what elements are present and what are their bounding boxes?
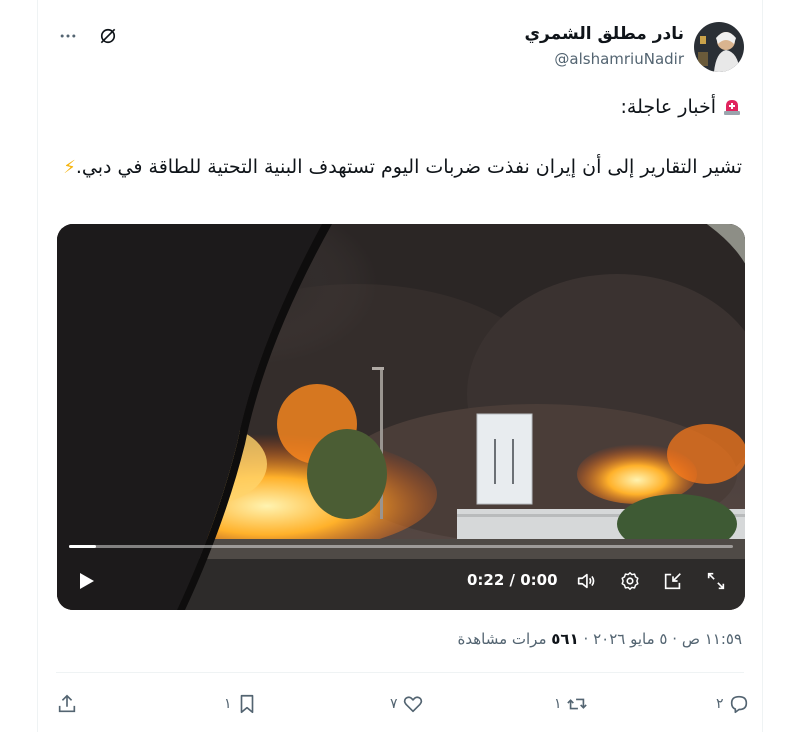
- share-button[interactable]: [56, 688, 78, 720]
- tweet-date[interactable]: ٥ مايو ٢٠٢٦: [593, 630, 667, 648]
- grok-icon[interactable]: [96, 24, 120, 48]
- retweet-button[interactable]: ١: [554, 688, 588, 720]
- like-count: ٧: [390, 696, 398, 712]
- reply-button[interactable]: ٢: [716, 688, 750, 720]
- retweet-icon: [566, 698, 587, 710]
- bookmark-icon: [240, 694, 253, 714]
- video-progress-bar[interactable]: [69, 545, 733, 548]
- tweet-actions: ١ ٧ ١ ٢: [56, 688, 747, 720]
- tweet-meta: ١١:٥٩ ص · ٥ مايو ٢٠٢٦ · ٥٦١ مرات مشاهدة: [457, 630, 743, 648]
- video-player[interactable]: 0:22 / 0:00: [57, 224, 745, 610]
- views-label: مرات مشاهدة: [457, 630, 547, 648]
- author-name[interactable]: نادر مطلق الشمري: [524, 24, 684, 44]
- retweet-count: ١: [554, 696, 562, 712]
- header-actions: [56, 24, 120, 48]
- tweet-body: تشير التقارير إلى أن إيران نفذت ضربات ال…: [62, 152, 742, 183]
- siren-emoji-icon: [724, 100, 740, 115]
- volume-icon[interactable]: [575, 570, 599, 594]
- reply-icon: [730, 695, 747, 714]
- video-frame: [57, 224, 745, 610]
- like-button[interactable]: ٧: [390, 688, 424, 720]
- video-progress-fill: [69, 545, 96, 548]
- more-icon[interactable]: [56, 24, 80, 48]
- bookmark-button[interactable]: ١: [224, 688, 258, 720]
- avatar[interactable]: [694, 22, 744, 72]
- tweet-headline: أخبار عاجلة:: [62, 92, 742, 122]
- views-count: ٥٦١: [551, 630, 579, 648]
- lightning-emoji-icon: ⚡: [63, 157, 76, 178]
- tweet-time[interactable]: ١١:٥٩ ص: [682, 630, 742, 648]
- settings-icon[interactable]: [619, 570, 643, 594]
- video-time: 0:22 / 0:00: [467, 571, 558, 589]
- fullscreen-icon[interactable]: [705, 570, 729, 594]
- divider: [56, 672, 744, 673]
- tweet-card: نادر مطلق الشمري @alshamriuNadir أخبار ع…: [37, 0, 763, 732]
- headline-text: أخبار عاجلة:: [620, 96, 716, 118]
- tweet-text: أخبار عاجلة: تشير التقارير إلى أن إيران …: [62, 92, 742, 183]
- share-icon: [58, 694, 76, 713]
- play-icon[interactable]: [75, 570, 97, 592]
- picture-in-picture-icon[interactable]: [662, 570, 686, 594]
- body-text: تشير التقارير إلى أن إيران نفذت ضربات ال…: [75, 156, 742, 178]
- heart-icon: [403, 696, 422, 713]
- author-handle[interactable]: @alshamriuNadir: [554, 50, 684, 68]
- bookmark-count: ١: [224, 696, 232, 712]
- reply-count: ٢: [716, 696, 724, 712]
